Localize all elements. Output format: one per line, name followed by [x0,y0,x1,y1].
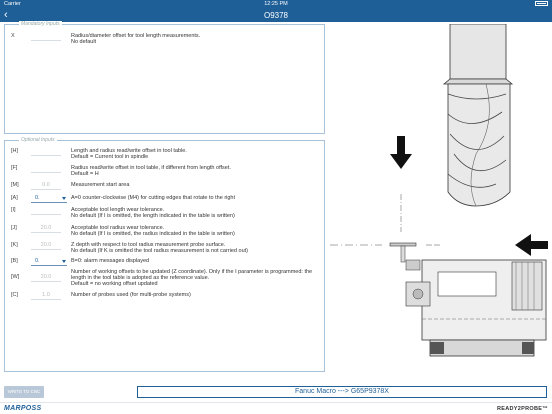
param-desc: Radius/diameter offset for tool length m… [71,33,201,46]
macro-call-display: Fanuc Macro ---> G65P9378X [137,386,547,398]
param-select-a[interactable]: 0. [31,195,67,203]
param-key: [K] [11,242,18,248]
param-desc: B=0: alarm messages displayed [71,258,150,264]
param-desc: Number of probes used (for multi-probe s… [71,292,191,298]
milling-cutter [442,24,514,207]
optional-legend: Optional Inputs [19,137,57,143]
marposs-logo: MARPOSS [4,405,42,412]
status-bar: Carrier 12:25 PM [0,0,552,9]
param-key: [J] [11,225,17,231]
param-desc: Acceptable tool length wear tolerance. N… [71,207,235,220]
param-desc: Length and radius read/write offset in t… [71,148,187,161]
param-key: [M] [11,182,19,188]
param-input-i[interactable] [31,207,61,215]
param-desc: Z depth with respect to tool radius meas… [71,242,248,255]
param-key: [A] [11,195,18,201]
param-select-b[interactable]: 0. [31,258,67,266]
param-key: [B] [11,258,18,264]
mandatory-inputs-group: Mandatory Inputs X Radius/diameter offse… [4,21,325,134]
param-input-w[interactable]: 20.0 [31,274,61,282]
tool-probe-illustration [330,24,548,357]
battery-icon [533,0,548,9]
param-desc: Number of working offsets to be updated … [71,269,313,288]
select-value: 0. [35,195,40,201]
param-input-x[interactable] [31,33,61,41]
param-input-k[interactable]: 20.0 [31,242,61,250]
chevron-down-icon [62,197,66,200]
param-key: X [11,33,15,39]
tool-setting-probe [389,242,547,357]
param-key: [F] [11,165,18,171]
param-key: [I] [11,207,16,213]
param-input-m[interactable]: 0.0 [31,182,61,190]
arrow-left-icon [515,234,548,256]
param-input-c[interactable]: 1.0 [31,292,61,300]
param-desc: Acceptable tool radius wear tolerance. N… [71,225,235,238]
optional-inputs-group: Optional Inputs [H] Length and radius re… [4,137,325,372]
param-desc: A=0 counter-clockwise (M4) for cutting e… [71,195,236,201]
select-value: 0. [35,258,40,264]
clock: 12:25 PM [264,1,288,7]
write-to-cnc-button[interactable]: WRITE TO CNC [4,386,44,398]
ready2probe-logo: READY2PROBE™ [497,406,548,412]
chevron-down-icon [62,260,66,263]
page-title: O9378 [263,11,289,20]
footer: MARPOSS READY2PROBE™ [0,402,552,414]
param-input-j[interactable]: 20.0 [31,225,61,233]
arrow-down-icon [390,136,412,169]
param-key: [C] [11,292,19,298]
param-key: [W] [11,274,20,280]
nav-bar: ‹ O9378 [0,9,552,22]
param-desc: Measurement start area [71,182,130,188]
param-input-f[interactable] [31,165,61,173]
mandatory-legend: Mandatory Inputs [19,21,62,27]
param-desc: Radius read/write offset in tool table, … [71,165,231,178]
param-key: [H] [11,148,19,154]
param-input-h[interactable] [31,148,61,156]
